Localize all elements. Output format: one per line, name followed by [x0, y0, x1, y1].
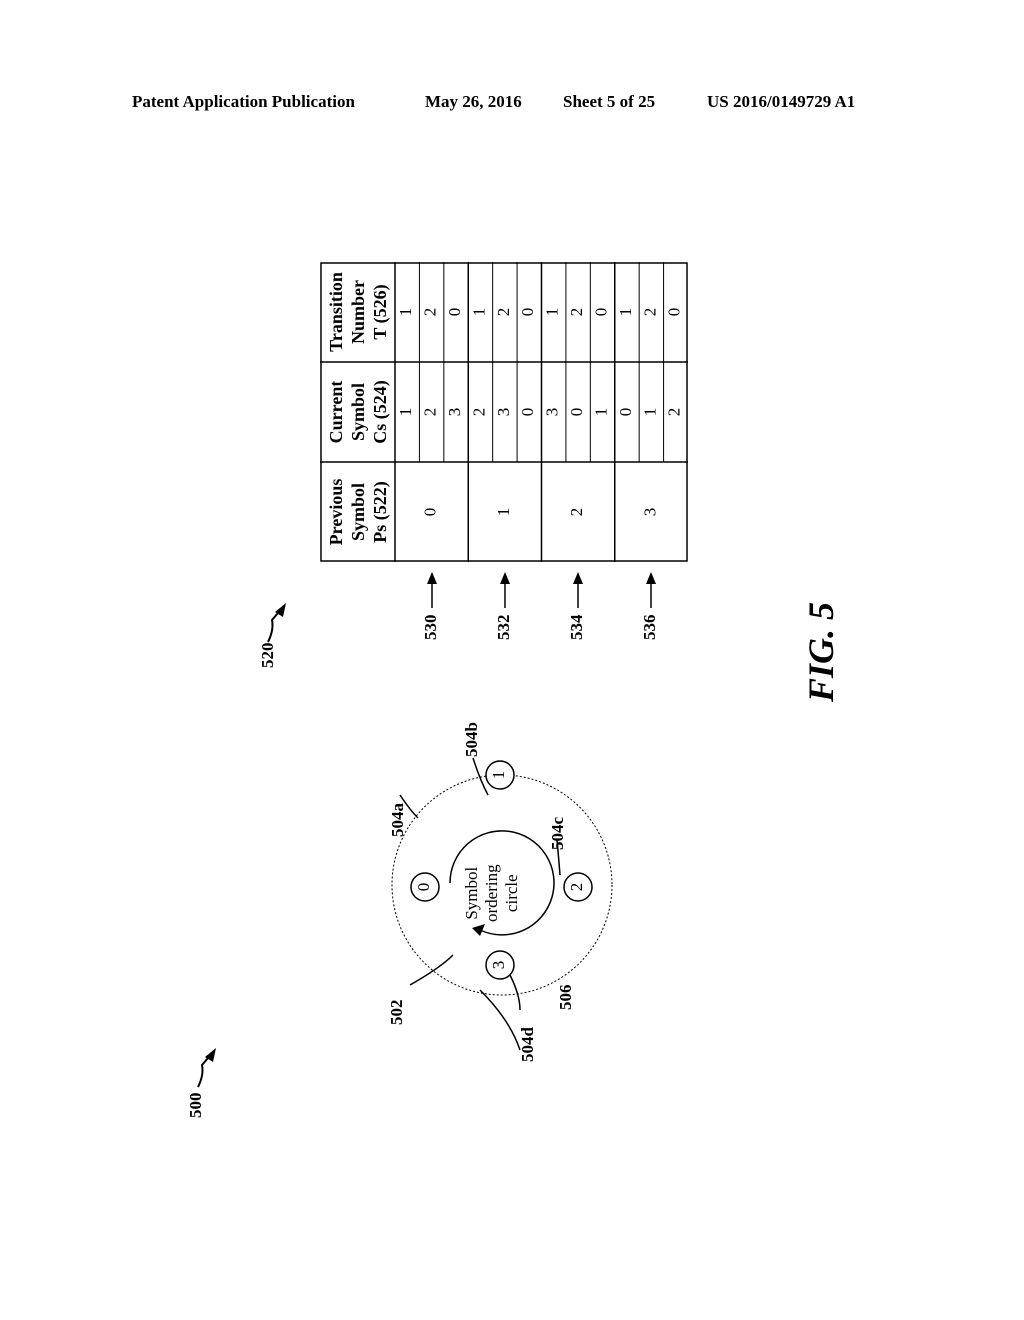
inner-circle-text: Symbol ordering circle — [462, 864, 521, 922]
current-symbol-cell: 2 — [421, 408, 440, 417]
symbol-value: 3 — [489, 961, 508, 970]
column-header: Cs (524) — [370, 380, 391, 444]
previous-symbol-cell: 1 — [494, 508, 513, 517]
symbol-ref-504c: 504c — [548, 816, 567, 850]
arrow-up-icon — [573, 572, 584, 608]
symbol-ref-504b: 504b — [462, 722, 481, 757]
table-ref: 520 — [258, 642, 277, 669]
previous-symbol-cell: 2 — [567, 508, 586, 517]
transition-number-cell: 0 — [591, 308, 610, 317]
symbol-ref-504d: 504d — [518, 1027, 537, 1062]
symbol-ref-504a: 504a — [388, 803, 407, 837]
publication-date: May 26, 2016 — [425, 92, 522, 111]
sheet-number: Sheet 5 of 25 — [563, 92, 656, 111]
transition-number-cell: 1 — [543, 308, 562, 317]
current-symbol-cell: 0 — [616, 408, 635, 417]
column-header: T (526) — [370, 284, 391, 339]
transition-number-cell: 1 — [616, 308, 635, 317]
current-symbol-cell: 2 — [469, 408, 488, 417]
symbol-value: 2 — [567, 883, 586, 892]
transition-number-cell: 2 — [421, 308, 440, 317]
transition-number-cell: 2 — [567, 308, 586, 317]
current-symbol-cell: 3 — [543, 408, 562, 417]
previous-symbol-cell: 0 — [421, 508, 440, 517]
column-header: Symbol — [348, 483, 368, 541]
group-ref-530: 530 — [420, 614, 440, 641]
figure-label: FIG. 5 — [801, 601, 841, 702]
arrow-up-icon — [499, 572, 510, 608]
transition-table: Previous Symbol Ps (522) Current Symbol Cs (5… — [320, 262, 688, 562]
current-symbol-cell: 0 — [518, 408, 537, 417]
current-symbol-cell: 3 — [494, 408, 513, 417]
arrow-up-icon — [426, 572, 437, 608]
diagram-ref: 500 — [186, 1092, 205, 1119]
symbol-value: 0 — [414, 883, 433, 892]
transition-number-cell: 0 — [445, 308, 464, 317]
column-header: Previous — [326, 479, 346, 546]
transition-number-cell: 0 — [665, 308, 684, 317]
column-header: Ps (522) — [370, 481, 391, 543]
transition-number-cell: 2 — [494, 308, 513, 317]
column-header: Current — [326, 381, 346, 444]
inner-circle-ref: 506 — [556, 984, 575, 1011]
current-symbol-cell: 1 — [591, 408, 610, 417]
current-symbol-cell: 2 — [665, 408, 684, 417]
transition-number-cell: 2 — [640, 308, 659, 317]
column-header: Transition — [326, 272, 346, 352]
leader-506 — [479, 989, 521, 1051]
transition-number-cell: 0 — [518, 308, 537, 317]
group-ref-534: 534 — [567, 614, 587, 641]
publication-title: Patent Application Publication — [132, 92, 355, 111]
current-symbol-cell: 1 — [396, 408, 415, 417]
current-symbol-cell: 0 — [567, 408, 586, 417]
group-ref-532: 532 — [493, 614, 513, 641]
leader-504d — [509, 974, 521, 1011]
group-ref-536: 536 — [640, 614, 660, 641]
rotation-arrow-icon — [472, 924, 485, 936]
column-header: Symbol — [348, 383, 368, 441]
previous-symbol-cell: 3 — [640, 508, 659, 517]
patent-number: US 2016/0149729 A1 — [707, 92, 856, 111]
current-symbol-cell: 3 — [445, 408, 464, 417]
symbol-value: 1 — [489, 771, 508, 780]
transition-number-cell: 1 — [469, 308, 488, 317]
table-ref-arrow-icon — [267, 603, 286, 643]
transition-number-cell: 1 — [396, 308, 415, 317]
diagram-ref-arrow-icon — [197, 1048, 216, 1088]
arrow-up-icon — [646, 572, 657, 608]
column-header: Number — [348, 280, 368, 344]
outer-circle-ref: 502 — [387, 999, 406, 1026]
current-symbol-cell: 1 — [640, 408, 659, 417]
